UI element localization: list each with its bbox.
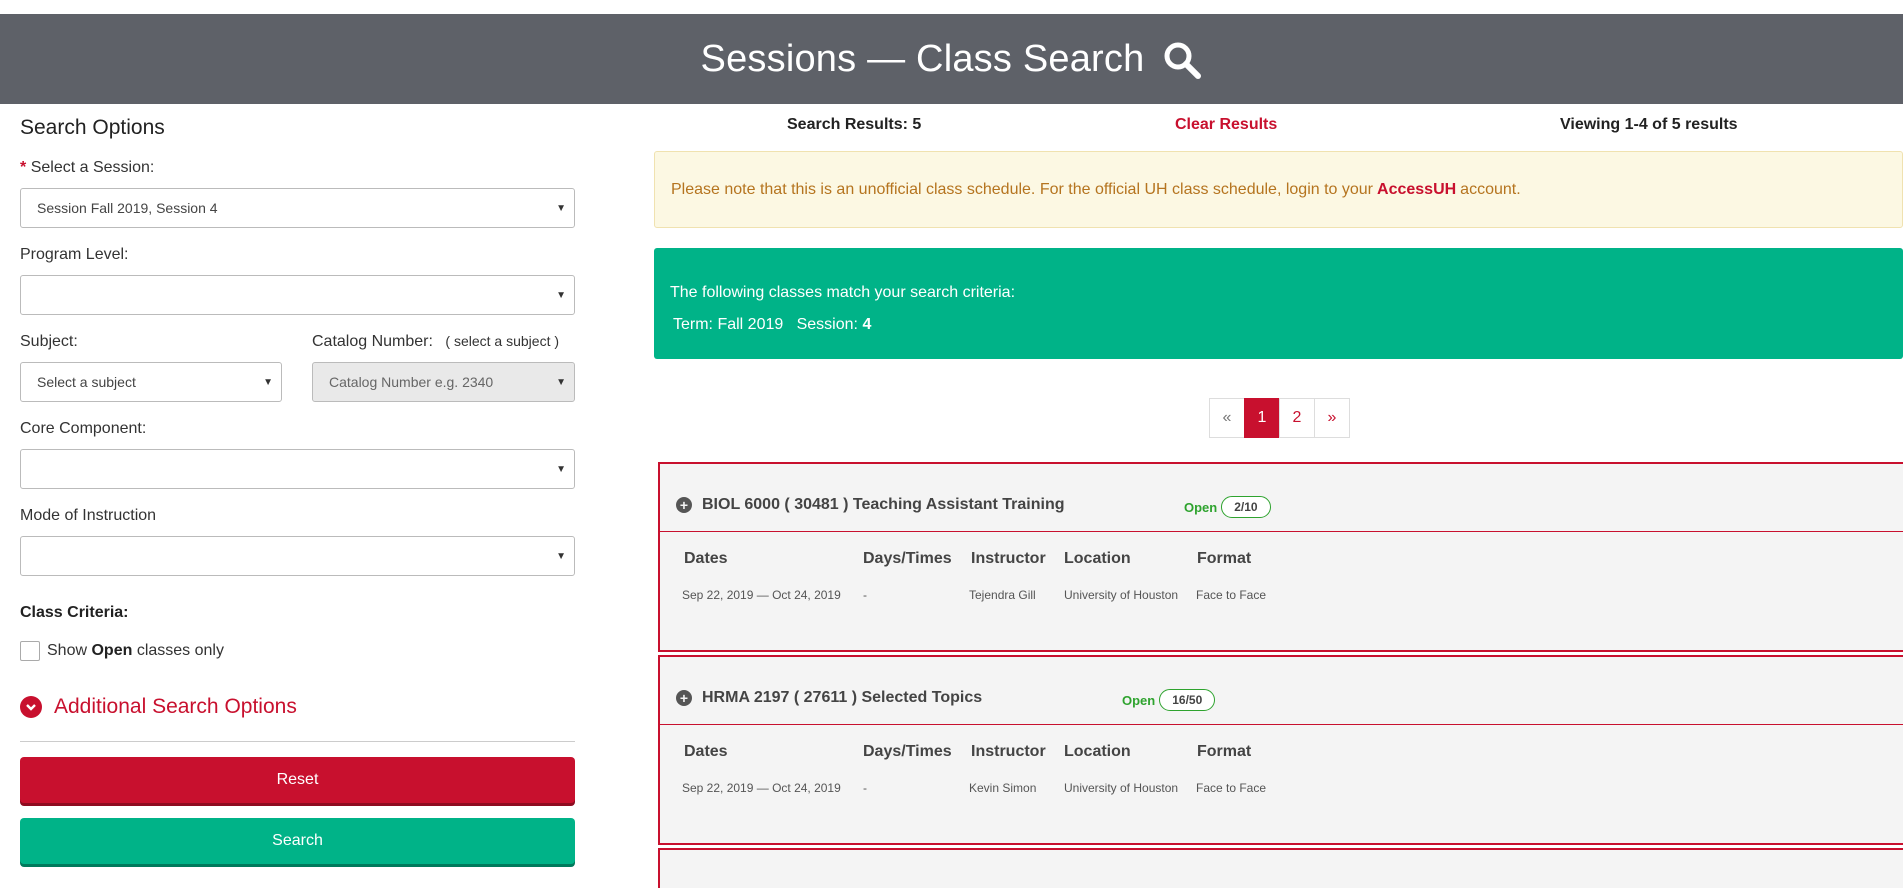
catalog-number-input[interactable]: Catalog Number e.g. 2340 ▼ xyxy=(312,362,575,402)
page-next[interactable]: » xyxy=(1314,398,1350,438)
class-status: Open 16/50 xyxy=(1122,689,1216,711)
seats-badge: 2/10 xyxy=(1221,496,1271,518)
page-title: Sessions — Class Search xyxy=(700,37,1145,80)
open-only-checkbox[interactable] xyxy=(20,641,40,661)
class-location: University of Houston xyxy=(1064,781,1179,795)
mode-of-instruction-select[interactable]: ▼ xyxy=(20,536,575,576)
col-header-dates: Dates xyxy=(684,550,728,567)
class-card-header[interactable]: + HRMA 2197 ( 27611 ) Selected Topics Op… xyxy=(660,657,1903,725)
class-title[interactable]: + BIOL 6000 ( 30481 ) Teaching Assistant… xyxy=(676,496,1065,514)
open-only-pre: Show xyxy=(47,642,88,659)
chevron-down-icon: ▼ xyxy=(263,377,273,388)
col-header-location: Location xyxy=(1064,550,1131,567)
class-title-text: HRMA 2197 ( 27611 ) Selected Topics xyxy=(702,689,983,706)
required-marker: * xyxy=(20,159,27,176)
search-icon xyxy=(1164,42,1202,79)
clear-results-link[interactable]: Clear Results xyxy=(1175,116,1277,134)
session-label-text: Select a Session: xyxy=(30,159,155,176)
core-component-select[interactable]: ▼ xyxy=(20,449,575,489)
expand-plus-icon[interactable]: + xyxy=(676,690,692,706)
open-only-label[interactable]: Show Open classes only xyxy=(47,642,224,660)
page-header: Sessions — Class Search xyxy=(0,14,1903,104)
criteria-term: Term: Fall 2019 xyxy=(673,316,784,333)
class-dates: Sep 22, 2019 — Oct 24, 2019 xyxy=(682,781,841,795)
class-criteria-label: Class Criteria: xyxy=(20,604,129,621)
class-days-times: - xyxy=(863,588,867,602)
col-header-instructor: Instructor xyxy=(971,550,1046,567)
chevron-down-icon: ▼ xyxy=(556,203,566,214)
chevron-down-circle-icon xyxy=(20,696,42,718)
criteria-session-label: Session: xyxy=(796,316,858,333)
status-text: Open xyxy=(1184,499,1218,515)
reset-button[interactable]: Reset xyxy=(20,757,575,803)
class-card: + BIOL 6000 ( 30481 ) Teaching Assistant… xyxy=(658,462,1903,652)
core-component-label: Core Component: xyxy=(20,420,147,437)
accessuh-link[interactable]: AccessUH xyxy=(1377,181,1456,199)
page-1[interactable]: 1 xyxy=(1244,398,1280,438)
class-title[interactable]: + HRMA 2197 ( 27611 ) Selected Topics xyxy=(676,689,982,707)
divider xyxy=(20,741,575,742)
viewing-results-text: Viewing 1-4 of 5 results xyxy=(1560,116,1738,133)
chevron-down-icon: ▼ xyxy=(556,377,566,388)
expand-plus-icon[interactable]: + xyxy=(676,497,692,513)
unofficial-schedule-alert: Please note that this is an unofficial c… xyxy=(654,151,1903,228)
open-only-post: classes only xyxy=(136,642,224,659)
seats-badge: 16/50 xyxy=(1159,689,1216,711)
page-2[interactable]: 2 xyxy=(1279,398,1315,438)
class-card-header[interactable]: + BIOL 6000 ( 30481 ) Teaching Assistant… xyxy=(660,464,1903,532)
class-status: Open 2/10 xyxy=(1184,496,1271,518)
session-select[interactable]: Session Fall 2019, Session 4 ▼ xyxy=(20,188,575,228)
col-header-dates: Dates xyxy=(684,743,728,760)
criteria-session-value: 4 xyxy=(862,316,872,333)
class-card-body: Dates Days/Times Instructor Location For… xyxy=(660,725,1903,843)
subject-select-value: Select a subject xyxy=(37,374,136,390)
subject-label: Subject: xyxy=(20,333,78,350)
alert-text-post: account. xyxy=(1460,180,1521,198)
class-location: University of Houston xyxy=(1064,588,1179,602)
class-days-times: - xyxy=(863,781,867,795)
search-button[interactable]: Search xyxy=(20,818,575,864)
class-instructor: Kevin Simon xyxy=(969,781,1037,795)
criteria-values: Term: Fall 2019 Session: 4 xyxy=(673,316,1887,334)
class-card-body: Dates Days/Times Instructor Location For… xyxy=(660,532,1903,650)
col-header-instructor: Instructor xyxy=(971,743,1046,760)
criteria-intro: The following classes match your search … xyxy=(670,284,1016,301)
program-level-select[interactable]: ▼ xyxy=(20,275,575,315)
class-instructor: Tejendra Gill xyxy=(969,588,1036,602)
class-title-text: BIOL 6000 ( 30481 ) Teaching Assistant T… xyxy=(702,496,1065,513)
status-text: Open xyxy=(1122,692,1156,708)
class-dates: Sep 22, 2019 — Oct 24, 2019 xyxy=(682,588,841,602)
class-format: Face to Face xyxy=(1196,588,1267,602)
chevron-down-icon: ▼ xyxy=(556,551,566,562)
page-prev[interactable]: « xyxy=(1209,398,1245,438)
pagination: « 1 2 » xyxy=(1209,398,1350,438)
session-select-value: Session Fall 2019, Session 4 xyxy=(37,200,218,216)
program-level-label: Program Level: xyxy=(20,246,129,263)
class-card: + HRMA 2197 ( 27611 ) Selected Topics Op… xyxy=(658,655,1903,845)
additional-search-options-label: Additional Search Options xyxy=(54,695,297,718)
chevron-down-icon: ▼ xyxy=(556,290,566,301)
catalog-number-placeholder: Catalog Number e.g. 2340 xyxy=(329,374,494,390)
col-header-days-times: Days/Times xyxy=(863,743,952,760)
search-criteria-box: The following classes match your search … xyxy=(654,248,1903,359)
subject-select[interactable]: Select a subject ▼ xyxy=(20,362,282,402)
search-results-count: Search Results: 5 xyxy=(787,116,922,133)
col-header-days-times: Days/Times xyxy=(863,550,952,567)
col-header-location: Location xyxy=(1064,743,1131,760)
catalog-number-label: Catalog Number: ( select a subject ) xyxy=(312,333,559,351)
catalog-number-note: ( select a subject ) xyxy=(445,333,560,349)
class-format: Face to Face xyxy=(1196,781,1267,795)
additional-search-options-toggle[interactable]: Additional Search Options xyxy=(20,695,297,719)
col-header-format: Format xyxy=(1197,550,1252,567)
class-card-partial[interactable] xyxy=(658,848,1903,888)
catalog-number-label-text: Catalog Number: xyxy=(312,333,433,350)
search-options-title: Search Options xyxy=(20,116,165,139)
col-header-format: Format xyxy=(1197,743,1252,760)
session-label: * Select a Session: xyxy=(20,159,154,177)
open-only-bold: Open xyxy=(91,642,133,659)
chevron-down-icon: ▼ xyxy=(556,464,566,475)
alert-text-pre: Please note that this is an unofficial c… xyxy=(671,180,1374,198)
mode-of-instruction-label: Mode of Instruction xyxy=(20,507,157,524)
